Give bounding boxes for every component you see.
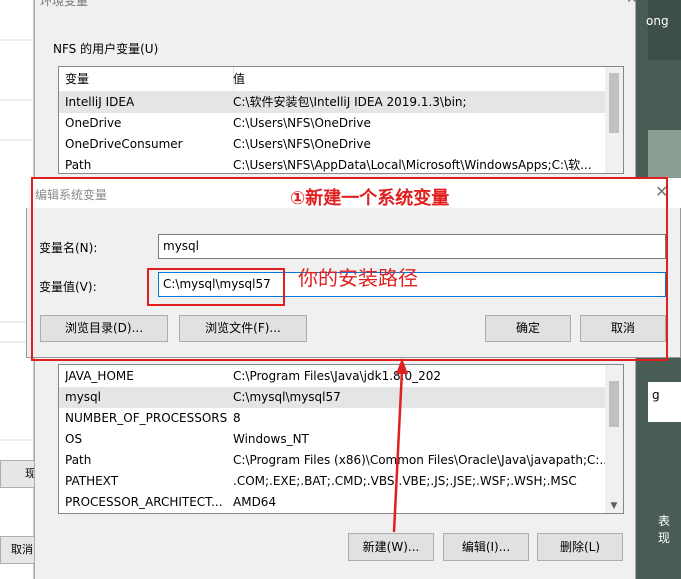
table-row[interactable]: PROCESSOR_ARCHITECT... AMD64 <box>59 492 605 513</box>
variable-value: C:\Program Files (x86)\Common Files\Orac… <box>233 453 605 467</box>
dialog-title: 环境变量 <box>40 0 89 8</box>
variable-value: AMD64 <box>233 495 277 509</box>
variable-name: OS <box>65 432 83 446</box>
table-header: 变量 值 <box>59 67 605 92</box>
annotation-highlight-box <box>147 268 285 306</box>
variable-name: mysql <box>65 390 101 404</box>
variable-name: Path <box>65 453 92 467</box>
delete-button[interactable]: 删除(L) <box>537 533 623 561</box>
variable-name: OneDriveConsumer <box>65 137 183 151</box>
variable-value: Windows_NT <box>233 432 309 446</box>
desktop-text: ong <box>646 14 669 28</box>
table-row[interactable]: mysql C:\mysql\mysql57 <box>59 387 605 408</box>
variable-name: NUMBER_OF_PROCESSORS <box>65 411 227 425</box>
table-row[interactable]: Path C:\Users\NFS\AppData\Local\Microsof… <box>59 155 605 173</box>
table-row[interactable]: IntelliJ IDEA C:\软件安装包\IntelliJ IDEA 201… <box>59 92 605 113</box>
variable-value: C:\mysql\mysql57 <box>233 390 341 404</box>
variable-name: OneDrive <box>65 116 122 130</box>
annotation-step-label: ①新建一个系统变量 <box>290 188 450 209</box>
column-header-value[interactable]: 值 <box>227 67 611 91</box>
variable-value: 8 <box>233 411 241 425</box>
scrollbar-thumb[interactable] <box>609 381 619 427</box>
table-row[interactable]: OneDrive C:\Users\NFS\OneDrive <box>59 113 605 134</box>
scrollbar-thumb[interactable] <box>609 73 619 133</box>
scrollbar[interactable] <box>605 67 623 173</box>
variable-value: C:\Users\NFS\AppData\Local\Microsoft\Win… <box>233 158 592 172</box>
variable-name: IntelliJ IDEA <box>65 95 135 109</box>
table-row[interactable]: OS Windows_NT <box>59 429 605 450</box>
user-variables-table[interactable]: 变量 值 IntelliJ IDEA C:\软件安装包\IntelliJ IDE… <box>58 66 624 174</box>
scroll-down-icon[interactable]: ▼ <box>609 501 619 511</box>
table-row[interactable]: OneDriveConsumer C:\Users\NFS\OneDrive <box>59 134 605 155</box>
new-button[interactable]: 新建(W)... <box>348 533 434 561</box>
system-variables-table[interactable]: JAVA_HOME C:\Program Files\Java\jdk1.8.0… <box>58 364 624 514</box>
table-row[interactable]: Path C:\Program Files (x86)\Common Files… <box>59 450 605 471</box>
desktop-text: g <box>652 388 660 402</box>
edit-button[interactable]: 编辑(I)... <box>443 533 529 561</box>
variable-value: C:\Users\NFS\OneDrive <box>233 137 371 151</box>
variable-value: C:\Program Files\Java\jdk1.8.0_202 <box>233 369 442 383</box>
close-icon[interactable]: ✕ <box>626 0 638 7</box>
user-variables-label: NFS 的用户变量(U) <box>53 42 159 56</box>
table-row[interactable]: PATHEXT .COM;.EXE;.BAT;.CMD;.VBS;.VBE;.J… <box>59 471 605 492</box>
column-header-variable[interactable]: 变量 <box>59 67 234 91</box>
scrollbar[interactable]: ▼ <box>605 365 623 513</box>
variable-name: PROCESSOR_ARCHITECT... <box>65 495 223 509</box>
variable-value: C:\软件安装包\IntelliJ IDEA 2019.1.3\bin; <box>233 95 467 109</box>
variable-value: .COM;.EXE;.BAT;.CMD;.VBS;.VBE;.JS;.JSE;.… <box>233 474 577 488</box>
variable-value: C:\Users\NFS\OneDrive <box>233 116 371 130</box>
annotation-install-path-label: 你的安装路径 <box>298 266 418 290</box>
variable-name: PATHEXT <box>65 474 119 488</box>
desktop-text: 表现 <box>658 514 671 545</box>
variable-name: Path <box>65 158 92 172</box>
desktop-strip <box>648 0 681 60</box>
variable-name: JAVA_HOME <box>65 369 134 383</box>
table-row[interactable]: JAVA_HOME C:\Program Files\Java\jdk1.8.0… <box>59 366 605 387</box>
table-row[interactable]: NUMBER_OF_PROCESSORS 8 <box>59 408 605 429</box>
